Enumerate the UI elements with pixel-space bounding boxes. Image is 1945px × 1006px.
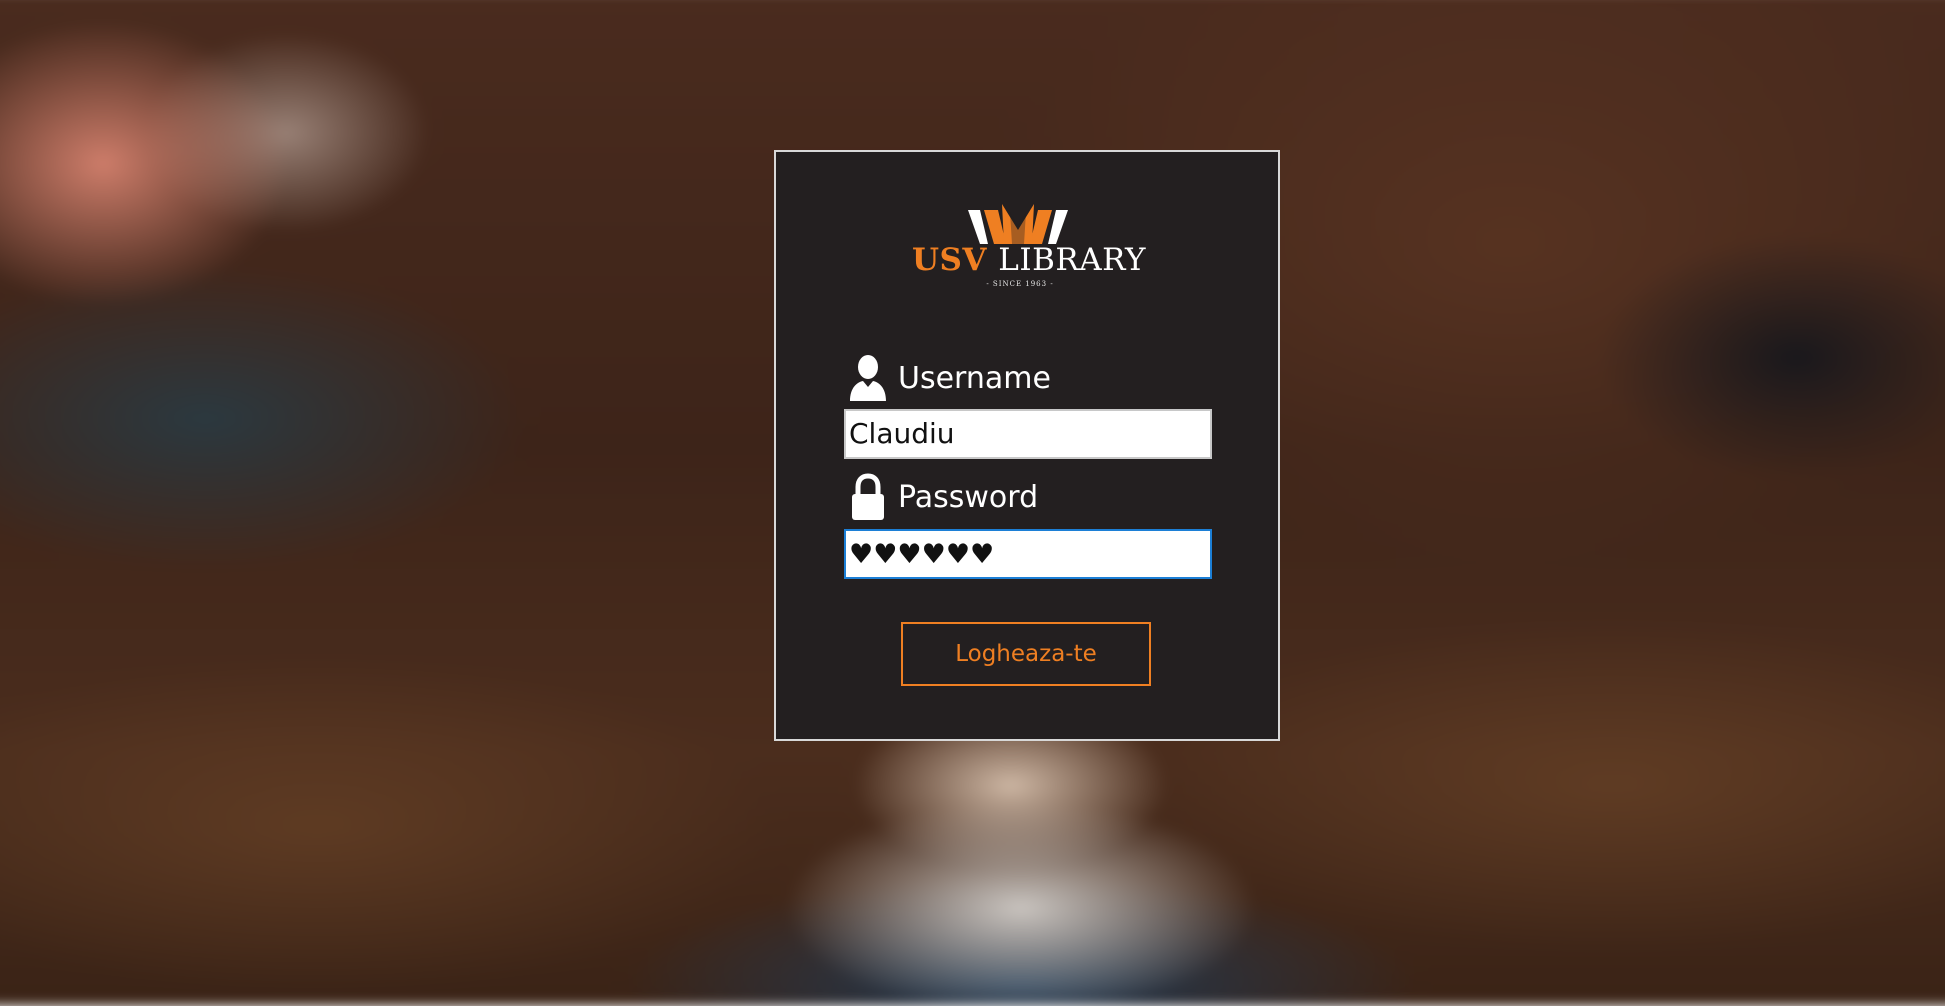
- user-icon: [850, 355, 886, 401]
- crown-logo-icon: [968, 204, 1068, 244]
- logo-usv-text: USV: [912, 242, 987, 278]
- password-label: Password: [898, 479, 1039, 515]
- logo-library-text: LIBRARY: [998, 242, 1146, 278]
- login-button[interactable]: Logheaza-te: [901, 622, 1151, 686]
- password-input[interactable]: ♥♥♥♥♥♥: [844, 529, 1212, 579]
- logo-since-text: - SINCE 1963 -: [986, 280, 1054, 288]
- logo-wordmark: USV LIBRARY: [912, 242, 1146, 278]
- username-label: Username: [898, 360, 1051, 396]
- usv-library-logo: USV LIBRARY - SINCE 1963 -: [906, 204, 1156, 294]
- password-masked-value: ♥♥♥♥♥♥: [849, 539, 995, 570]
- password-label-row: Password: [846, 473, 1038, 521]
- username-label-row: Username: [846, 354, 1051, 402]
- username-input[interactable]: Claudiu: [844, 409, 1212, 459]
- lock-icon: [852, 473, 884, 520]
- login-panel: USV LIBRARY - SINCE 1963 - Username Clau…: [774, 150, 1280, 741]
